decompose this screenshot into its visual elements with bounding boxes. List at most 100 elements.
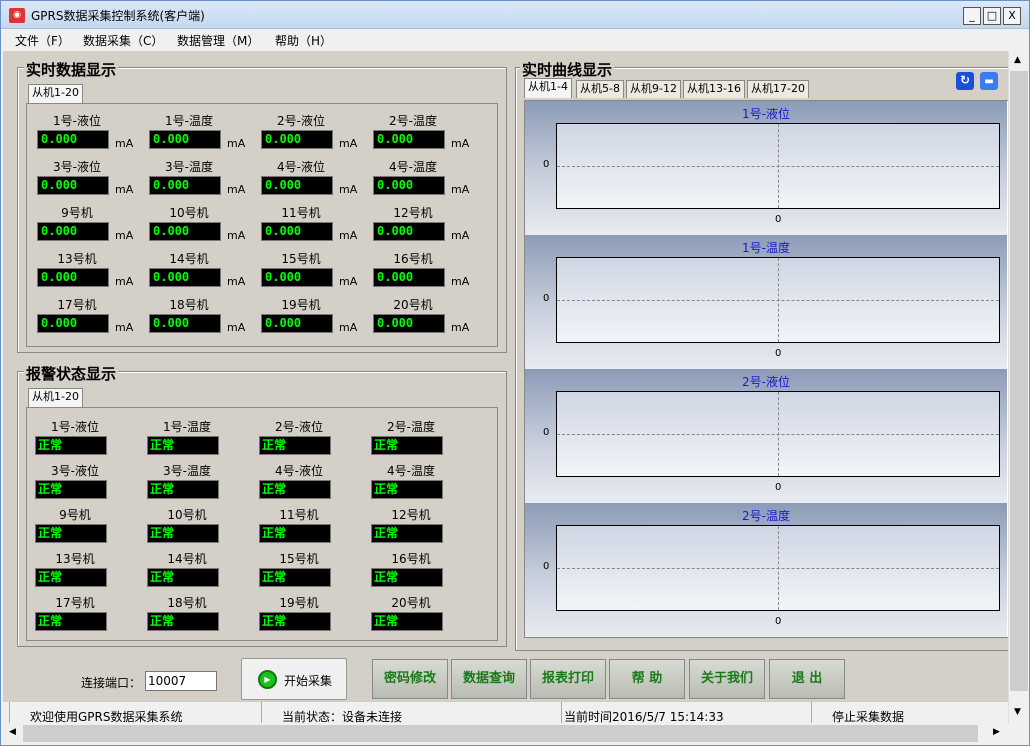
alarm-status-display: 正常 — [259, 524, 331, 543]
close-button[interactable]: X — [1003, 7, 1021, 25]
realtime-curve-panel: 实时曲线显示 从机1-4 从机5-8 从机9-12 从机13-16 从机17-2… — [515, 59, 1009, 651]
title-bar[interactable]: ◉ GPRS数据采集控制系统(客户端) _ □ X — [1, 1, 1029, 29]
start-collect-label: 开始采集 — [284, 674, 333, 688]
scroll-thumb[interactable] — [1010, 71, 1028, 691]
tab-curve-13-16[interactable]: 从机13-16 — [683, 80, 745, 98]
realtime-label: 20号机 — [393, 298, 433, 312]
alarm-label: 1号-温度 — [163, 420, 211, 434]
port-input[interactable] — [145, 671, 217, 691]
tab-curve-5-8[interactable]: 从机5-8 — [576, 80, 624, 98]
start-collect-button[interactable]: ▶ 开始采集 — [241, 658, 347, 700]
about-us-button[interactable]: 关于我们 — [689, 659, 765, 699]
alarm-label: 11号机 — [279, 508, 319, 522]
alarm-status-panel: 报警状态显示 从机1-20 1号-液位 正常 1号-温度 正常 2号-液位 正常 2号-温度… — [17, 363, 507, 647]
exit-button[interactable]: 退 出 — [769, 659, 845, 699]
save-icon[interactable]: ▬ — [980, 72, 998, 90]
curve-chart: 2号-温度 0 0 — [525, 503, 1007, 637]
curve-chart: 1号-温度 0 0 — [525, 235, 1007, 369]
unit-label: mA — [115, 229, 134, 242]
tab-alarm-slaves[interactable]: 从机1-20 — [28, 388, 83, 408]
app-window: ◉ GPRS数据采集控制系统(客户端) _ □ X 文件（F） 数据采集（C） … — [0, 0, 1030, 746]
report-print-button[interactable]: 报表打印 — [530, 659, 606, 699]
menu-bar: 文件（F） 数据采集（C） 数据管理（M） 帮助（H） — [1, 29, 1029, 51]
realtime-value-display: 0.000 — [261, 268, 333, 287]
tab-curve-17-20[interactable]: 从机17-20 — [747, 80, 809, 98]
status-time: 当前时间2016/5/7 15:14:33 — [561, 702, 811, 723]
alarm-label: 15号机 — [279, 552, 319, 566]
scroll-down-icon[interactable]: ▼ — [1014, 707, 1021, 717]
status-bar: 欢迎使用GPRS数据采集系统 当前状态：设备未连接 当前时间2016/5/7 1… — [3, 701, 1008, 723]
realtime-label: 18号机 — [169, 298, 209, 312]
realtime-label: 13号机 — [57, 252, 97, 266]
vertical-scrollbar[interactable]: ▲ ▼ — [1008, 51, 1029, 723]
alarm-status-display: 正常 — [35, 612, 107, 631]
menu-file[interactable]: 文件（F） — [15, 32, 70, 49]
realtime-tab-page: 1号-液位 0.000 mA 1号-温度 0.000 mA 2号-液位 0.000 mA 2号-温… — [26, 103, 498, 347]
realtime-label: 2号-液位 — [277, 114, 325, 128]
refresh-icon[interactable]: ↻ — [956, 72, 974, 90]
realtime-value-display: 0.000 — [149, 130, 221, 149]
menu-help[interactable]: 帮助（H） — [275, 32, 332, 49]
realtime-value-display: 0.000 — [149, 268, 221, 287]
unit-label: mA — [339, 137, 358, 150]
chart-title: 1号-液位 — [742, 107, 790, 121]
scroll-right-icon[interactable]: ▶ — [993, 727, 1000, 737]
alarm-label: 17号机 — [55, 596, 95, 610]
curve-chart: 2号-液位 0 0 — [525, 369, 1007, 503]
realtime-value-display: 0.000 — [373, 268, 445, 287]
realtime-value-display: 0.000 — [261, 176, 333, 195]
unit-label: mA — [115, 321, 134, 334]
alarm-label: 3号-温度 — [163, 464, 211, 478]
maximize-button[interactable]: □ — [983, 7, 1001, 25]
alarm-label: 4号-液位 — [275, 464, 323, 478]
alarm-label: 4号-温度 — [387, 464, 435, 478]
horizontal-scrollbar[interactable]: ◀ ▶ — [3, 723, 1008, 744]
change-password-button[interactable]: 密码修改 — [372, 659, 448, 699]
alarm-status-display: 正常 — [147, 524, 219, 543]
chart-y-tick: 0 — [543, 427, 550, 438]
realtime-value-display: 0.000 — [261, 130, 333, 149]
realtime-data-panel: 实时数据显示 从机1-20 1号-液位 0.000 mA 1号-温度 0.000 mA 2号… — [17, 59, 507, 353]
hscroll-thumb[interactable] — [23, 725, 978, 742]
status-connection: 当前状态：设备未连接 — [261, 702, 561, 723]
alarm-tab-page: 1号-液位 正常 1号-温度 正常 2号-液位 正常 2号-温度 正常 3号-液位 正常 3号-温度… — [26, 407, 498, 641]
app-icon: ◉ — [9, 8, 25, 23]
help-button[interactable]: 帮 助 — [609, 659, 685, 699]
alarm-label: 14号机 — [167, 552, 207, 566]
chart-gridline-v — [778, 124, 779, 208]
alarm-status-display: 正常 — [371, 612, 443, 631]
alarm-label: 10号机 — [167, 508, 207, 522]
alarm-status-display: 正常 — [259, 568, 331, 587]
chart-y-tick: 0 — [543, 561, 550, 572]
scroll-up-icon[interactable]: ▲ — [1014, 55, 1021, 65]
chart-y-tick: 0 — [543, 293, 550, 304]
menu-collect[interactable]: 数据采集（C） — [83, 32, 163, 49]
tab-realtime-slaves[interactable]: 从机1-20 — [28, 84, 83, 104]
minimize-button[interactable]: _ — [963, 7, 981, 25]
tab-curve-1-4[interactable]: 从机1-4 — [524, 78, 572, 98]
play-icon: ▶ — [258, 670, 277, 689]
menu-data-manage[interactable]: 数据管理（M） — [177, 32, 259, 49]
realtime-value-display: 0.000 — [261, 314, 333, 333]
chart-x-tick: 0 — [775, 214, 782, 225]
alarm-status-display: 正常 — [35, 568, 107, 587]
unit-label: mA — [451, 137, 470, 150]
unit-label: mA — [451, 275, 470, 288]
unit-label: mA — [339, 229, 358, 242]
scroll-left-icon[interactable]: ◀ — [9, 727, 16, 737]
realtime-label: 15号机 — [281, 252, 321, 266]
curve-chart: 1号-液位 0 0 — [525, 101, 1007, 235]
realtime-label: 14号机 — [169, 252, 209, 266]
realtime-label: 12号机 — [393, 206, 433, 220]
data-query-button[interactable]: 数据查询 — [451, 659, 527, 699]
unit-label: mA — [339, 275, 358, 288]
unit-label: mA — [115, 275, 134, 288]
alarm-label: 9号机 — [59, 508, 91, 522]
tab-curve-9-12[interactable]: 从机9-12 — [626, 80, 681, 98]
alarm-label: 2号-液位 — [275, 420, 323, 434]
chart-gridline-v — [778, 392, 779, 476]
realtime-label: 3号-温度 — [165, 160, 213, 174]
realtime-value-display: 0.000 — [149, 314, 221, 333]
status-welcome: 欢迎使用GPRS数据采集系统 — [9, 702, 261, 723]
chart-gridline-v — [778, 526, 779, 610]
